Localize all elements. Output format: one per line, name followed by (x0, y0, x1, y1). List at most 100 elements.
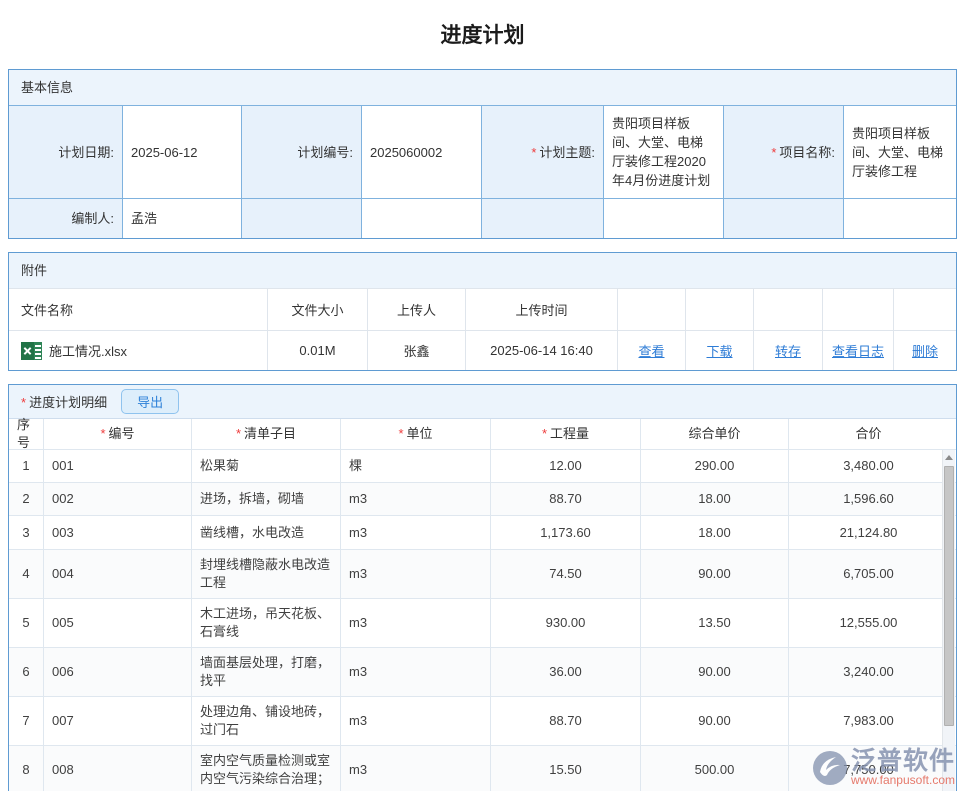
download-link[interactable]: 下载 (706, 341, 732, 360)
project-name-label: *项目名称: (724, 106, 843, 198)
item: 封埋线槽隐蔽水电改造工程 (192, 550, 340, 598)
attachments-section: 附件 文件名称 文件大小 上传人 上传时间 施工情况.xlsx 0.01M 张鑫… (8, 252, 957, 371)
col-file-size: 文件大小 (268, 289, 367, 330)
author-label: 编制人: (9, 199, 122, 238)
save-as-link[interactable]: 转存 (775, 341, 801, 360)
quantity: 88.70 (491, 483, 640, 515)
basic-info-section-title: 基本信息 (9, 70, 956, 105)
unit: m3 (341, 746, 490, 791)
plan-date-label: 计划日期: (9, 106, 122, 198)
seq: 7 (9, 697, 43, 745)
col-quantity: *工程量 (491, 419, 640, 449)
view-log-link[interactable]: 查看日志 (832, 341, 884, 360)
code: 002 (44, 483, 191, 515)
plan-number-label: 计划编号: (242, 106, 361, 198)
triangle-up-icon (945, 455, 953, 460)
unit-price: 290.00 (641, 450, 788, 482)
plan-subject-label: *计划主题: (482, 106, 603, 198)
code: 004 (44, 550, 191, 598)
col-uploader: 上传人 (368, 289, 465, 330)
col-code: *编号 (44, 419, 191, 449)
unit: m3 (341, 550, 490, 598)
quantity: 1,173.60 (491, 516, 640, 549)
item: 进场，拆墙，砌墙 (192, 483, 340, 515)
quantity: 36.00 (491, 648, 640, 696)
seq: 8 (9, 746, 43, 791)
delete-link[interactable]: 删除 (912, 341, 938, 360)
unit: m3 (341, 599, 490, 647)
code: 008 (44, 746, 191, 791)
col-unit-price: 综合单价 (641, 419, 788, 449)
total: 3,240.00 (789, 648, 956, 696)
export-button[interactable]: 导出 (121, 389, 179, 414)
unit: 棵 (341, 450, 490, 482)
empty-label-cell (242, 199, 361, 238)
unit-price: 500.00 (641, 746, 788, 791)
required-asterisk: * (531, 145, 536, 160)
unit-price: 90.00 (641, 550, 788, 598)
item: 室内空气质量检测或室内空气污染综合治理； (192, 746, 340, 791)
item: 凿线槽，水电改造 (192, 516, 340, 549)
detail-section-header: *进度计划明细 导出 (9, 385, 956, 419)
quantity: 930.00 (491, 599, 640, 647)
col-action-empty (823, 289, 893, 330)
unit-price: 18.00 (641, 483, 788, 515)
view-link[interactable]: 查看 (638, 341, 664, 360)
basic-info-section: 基本信息 计划日期: 2025-06-12 计划编号: 2025060002 *… (8, 69, 957, 239)
seq: 4 (9, 550, 43, 598)
item: 墙面基层处理，打磨，找平 (192, 648, 340, 696)
unit: m3 (341, 516, 490, 549)
total: 6,705.00 (789, 550, 956, 598)
empty-value-cell (844, 199, 956, 238)
seq: 1 (9, 450, 43, 482)
required-asterisk: * (398, 426, 403, 441)
col-action-empty (618, 289, 685, 330)
required-asterisk: * (771, 145, 776, 160)
item: 处理边角、铺设地砖，过门石 (192, 697, 340, 745)
attachments-section-title: 附件 (9, 253, 956, 288)
seq: 5 (9, 599, 43, 647)
attachment-row-file: 施工情况.xlsx (9, 331, 267, 370)
total: 21,124.80 (789, 516, 956, 549)
detail-table: 序号 *编号 *清单子目 *单位 *工程量 综合单价 合价 1 001 松果菊 … (9, 419, 956, 791)
plan-number-value: 2025060002 (362, 106, 481, 198)
col-action-empty (686, 289, 753, 330)
empty-value-cell (362, 199, 481, 238)
detail-table-scrollbar[interactable] (942, 450, 955, 791)
scroll-up-button[interactable] (943, 451, 955, 464)
quantity: 88.70 (491, 697, 640, 745)
col-upload-time: 上传时间 (466, 289, 617, 330)
upload-time: 2025-06-14 16:40 (466, 331, 617, 370)
detail-section: *进度计划明细 导出 序号 *编号 *清单子目 *单位 *工程量 综合单价 合价… (8, 384, 957, 791)
code: 006 (44, 648, 191, 696)
quantity: 74.50 (491, 550, 640, 598)
total: 1,596.60 (789, 483, 956, 515)
quantity: 12.00 (491, 450, 640, 482)
col-file-name: 文件名称 (9, 289, 267, 330)
unit-price: 90.00 (641, 648, 788, 696)
empty-label-cell (482, 199, 603, 238)
required-asterisk: * (100, 426, 105, 441)
seq: 3 (9, 516, 43, 549)
unit-price: 18.00 (641, 516, 788, 549)
col-total: 合价 (789, 419, 956, 449)
required-asterisk: * (236, 426, 241, 441)
unit: m3 (341, 483, 490, 515)
col-action-empty (894, 289, 956, 330)
unit: m3 (341, 697, 490, 745)
project-name-value: 贵阳项目样板间、大堂、电梯厅装修工程 (844, 106, 956, 198)
total: 7,750.00 (789, 746, 956, 791)
code: 003 (44, 516, 191, 549)
quantity: 15.50 (491, 746, 640, 791)
item: 木工进场，吊天花板、石膏线 (192, 599, 340, 647)
code: 007 (44, 697, 191, 745)
col-unit: *单位 (341, 419, 490, 449)
scrollbar-thumb[interactable] (944, 466, 954, 726)
empty-value-cell (604, 199, 723, 238)
file-size: 0.01M (268, 331, 367, 370)
page-title: 进度计划 (0, 0, 965, 69)
excel-icon (21, 342, 42, 360)
col-action-empty (754, 289, 822, 330)
total: 7,983.00 (789, 697, 956, 745)
empty-label-cell (724, 199, 843, 238)
